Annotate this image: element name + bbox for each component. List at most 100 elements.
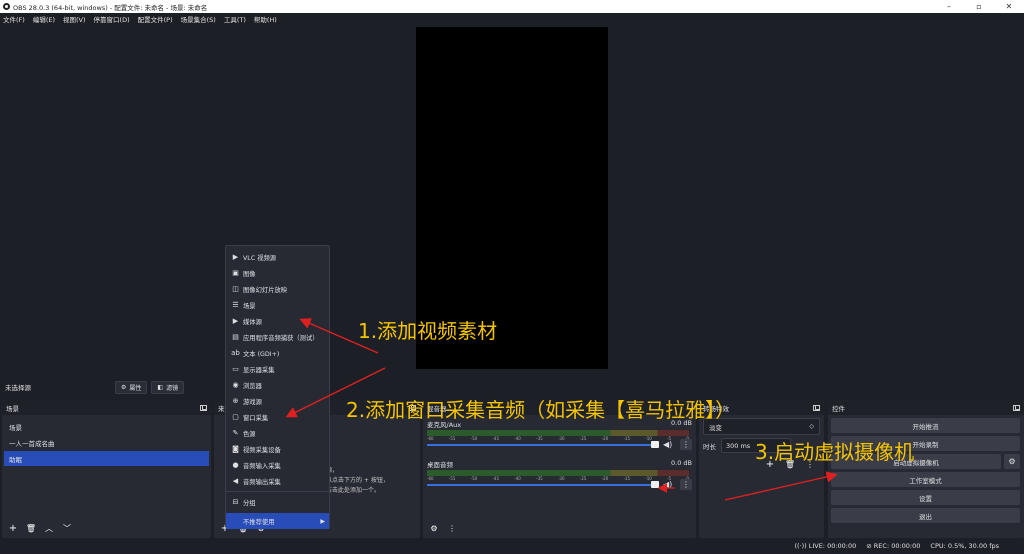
tick-label: -20 xyxy=(601,436,609,441)
menu-item-audio-input-capture[interactable]: ● 音频输入采集 xyxy=(226,457,329,473)
menu-item-group[interactable]: ⊟ 分组 xyxy=(226,494,329,510)
menu-item-media-source[interactable]: ▶ 媒体源 xyxy=(226,313,329,329)
menu-edit[interactable]: 编辑(E) xyxy=(33,14,55,24)
more-icon[interactable]: ⋮ xyxy=(680,479,692,490)
undock-icon[interactable] xyxy=(813,404,820,411)
window-icon: ▢ xyxy=(232,413,239,421)
live-time: LIVE: 00:00:00 xyxy=(808,542,857,550)
duration-label: 时长 xyxy=(703,442,716,451)
menu-item-image[interactable]: ▣ 图像 xyxy=(226,265,329,281)
menu-item-deprecated[interactable]: 不推荐使用 ▶ xyxy=(226,513,329,529)
menu-item-color-source[interactable]: ✎ 色源 xyxy=(226,425,329,441)
gear-icon[interactable]: ⚙ xyxy=(1004,454,1020,469)
chevron-up-icon[interactable]: ︿ xyxy=(42,521,56,535)
tick-label: -35 xyxy=(536,476,543,481)
add-scene-button[interactable]: + xyxy=(6,521,20,535)
tick-label: -50 xyxy=(470,476,478,481)
menu-help[interactable]: 帮助(H) xyxy=(254,14,277,24)
menu-item-app-audio-capture[interactable]: ▤ 应用程序音频捕获（测试） xyxy=(226,329,329,345)
globe-icon: ◉ xyxy=(232,381,239,389)
brush-icon: ✎ xyxy=(232,429,239,437)
window-title: OBS 28.0.3 (64-bit, windows) - 配置文件: 未命名… xyxy=(13,3,208,12)
mixer-channel-mic: 麦克风/Aux 0.0 dB -60 -55 -50 -45 -40 -35 -30 -25-… xyxy=(427,419,692,459)
menu-item-label: 音频输入采集 xyxy=(243,462,281,470)
volume-slider[interactable] xyxy=(427,484,655,486)
app-icon: ▤ xyxy=(232,333,239,341)
menu-item-label: 不推荐使用 xyxy=(243,518,275,526)
window-controls: – ▫ ✕ xyxy=(934,0,1024,13)
status-bar: ((·)) LIVE: 00:00:00 ⊘ REC: 00:00:00 CPU… xyxy=(0,538,1024,554)
scene-item-selected[interactable]: 助眠 xyxy=(4,451,209,466)
title-bar: OBS 28.0.3 (64-bit, windows) - 配置文件: 未命名… xyxy=(0,0,1024,13)
close-button[interactable]: ✕ xyxy=(994,0,1024,13)
controls-title: 控件 xyxy=(832,404,845,413)
meter-ticks: -60-55-50-45-40-35-30-25-20-15-10-50 xyxy=(427,476,689,481)
rec-time: REC: 00:00:00 xyxy=(873,542,921,550)
menu-item-label: 窗口采集 xyxy=(243,414,269,422)
exit-button[interactable]: 退出 xyxy=(831,508,1020,523)
scenes-header: 场景 xyxy=(2,400,211,415)
gear-icon[interactable]: ⚙ xyxy=(427,521,441,535)
tick-label: -35 xyxy=(536,436,543,441)
menu-item-audio-output-capture[interactable]: ◀ 音频输出采集 xyxy=(226,473,329,489)
undock-icon[interactable] xyxy=(200,404,207,411)
volume-slider-handle[interactable] xyxy=(651,481,659,488)
menu-item-scene[interactable]: ☰ 场景 xyxy=(226,297,329,313)
menu-item-display-capture[interactable]: ▭ 显示器采集 xyxy=(226,361,329,377)
menu-item-label: 场景 xyxy=(243,302,256,310)
menu-item-image-slideshow[interactable]: ◫ 图像幻灯片放映 xyxy=(226,281,329,297)
menu-file[interactable]: 文件(F) xyxy=(3,14,25,24)
menu-tools[interactable]: 工具(T) xyxy=(224,14,246,24)
image-icon: ▣ xyxy=(232,269,239,277)
scene-item[interactable]: 场景 xyxy=(4,419,209,434)
speaker-icon: ◀ xyxy=(232,477,239,485)
filters-button[interactable]: ◧ 滤镜 xyxy=(151,380,185,394)
menu-item-video-capture-device[interactable]: ◙ 视频采集设备 xyxy=(226,441,329,457)
tick-label: -55 xyxy=(448,436,456,441)
undock-icon[interactable] xyxy=(1013,404,1020,411)
broadcast-icon: ((·)) xyxy=(794,542,809,550)
maximize-button[interactable]: ▫ xyxy=(964,0,994,13)
settings-button[interactable]: 设置 xyxy=(831,490,1020,505)
speaker-icon[interactable]: ◀) xyxy=(663,440,672,449)
more-icon[interactable]: ⋮ xyxy=(680,439,692,450)
menu-view[interactable]: 视图(V) xyxy=(63,14,86,24)
filters-label: 滤镜 xyxy=(166,384,179,392)
scenes-title: 场景 xyxy=(6,404,19,413)
channel-db: 0.0 dB xyxy=(671,459,692,467)
menu-item-label: 分组 xyxy=(243,499,256,507)
menu-item-browser[interactable]: ◉ 浏览器 xyxy=(226,377,329,393)
transition-type: 淡变 xyxy=(709,423,722,432)
volume-slider-handle[interactable] xyxy=(651,441,659,448)
menu-item-label: 游戏源 xyxy=(243,398,262,406)
chevron-down-icon[interactable]: ﹀ xyxy=(60,521,74,535)
menu-item-game-source[interactable]: ⊕ 游戏源 xyxy=(226,393,329,409)
properties-button[interactable]: ⚙ 属性 xyxy=(115,380,148,394)
slideshow-icon: ◫ xyxy=(232,285,239,293)
menu-item-label: 图像 xyxy=(243,270,256,278)
volume-slider[interactable] xyxy=(427,444,655,446)
menu-item-text[interactable]: ab 文本 (GDI+) xyxy=(226,345,329,361)
camera-icon: ◙ xyxy=(232,445,239,453)
menu-item-window-capture[interactable]: ▢ 窗口采集 xyxy=(226,409,329,425)
controls-panel: 控件 开始推流 开始录制 启动虚拟摄像机 ⚙ 工作室模式 设置 退出 xyxy=(828,400,1024,538)
controls-header: 控件 xyxy=(828,400,1024,415)
scene-item[interactable]: 一人一首成名曲 xyxy=(4,435,209,450)
studio-mode-button[interactable]: 工作室模式 xyxy=(831,472,1020,487)
play-icon: ▶ xyxy=(232,317,239,325)
speaker-icon[interactable]: ◀) xyxy=(663,480,672,489)
start-streaming-button[interactable]: 开始推流 xyxy=(831,418,1020,433)
menu-docks[interactable]: 停靠窗口(D) xyxy=(94,14,130,24)
menu-profile[interactable]: 配置文件(P) xyxy=(138,14,173,24)
more-icon[interactable]: ⋮ xyxy=(445,521,459,535)
menu-scene-collection[interactable]: 场景集合(S) xyxy=(181,14,216,24)
duration-value: 300 ms xyxy=(726,441,751,450)
scenes-footer: + 🗑 ︿ ﹀ xyxy=(2,518,211,538)
gamepad-icon: ⊕ xyxy=(232,397,239,405)
minimize-button[interactable]: – xyxy=(934,0,964,13)
trash-icon[interactable]: 🗑 xyxy=(24,521,38,535)
menu-item-vlc-source[interactable]: ▶ VLC 视频源 xyxy=(226,249,329,265)
chevron-right-icon: ▶ xyxy=(320,517,325,525)
tick-label: -60 xyxy=(427,436,434,441)
menu-item-label: 音频输出采集 xyxy=(243,478,281,486)
